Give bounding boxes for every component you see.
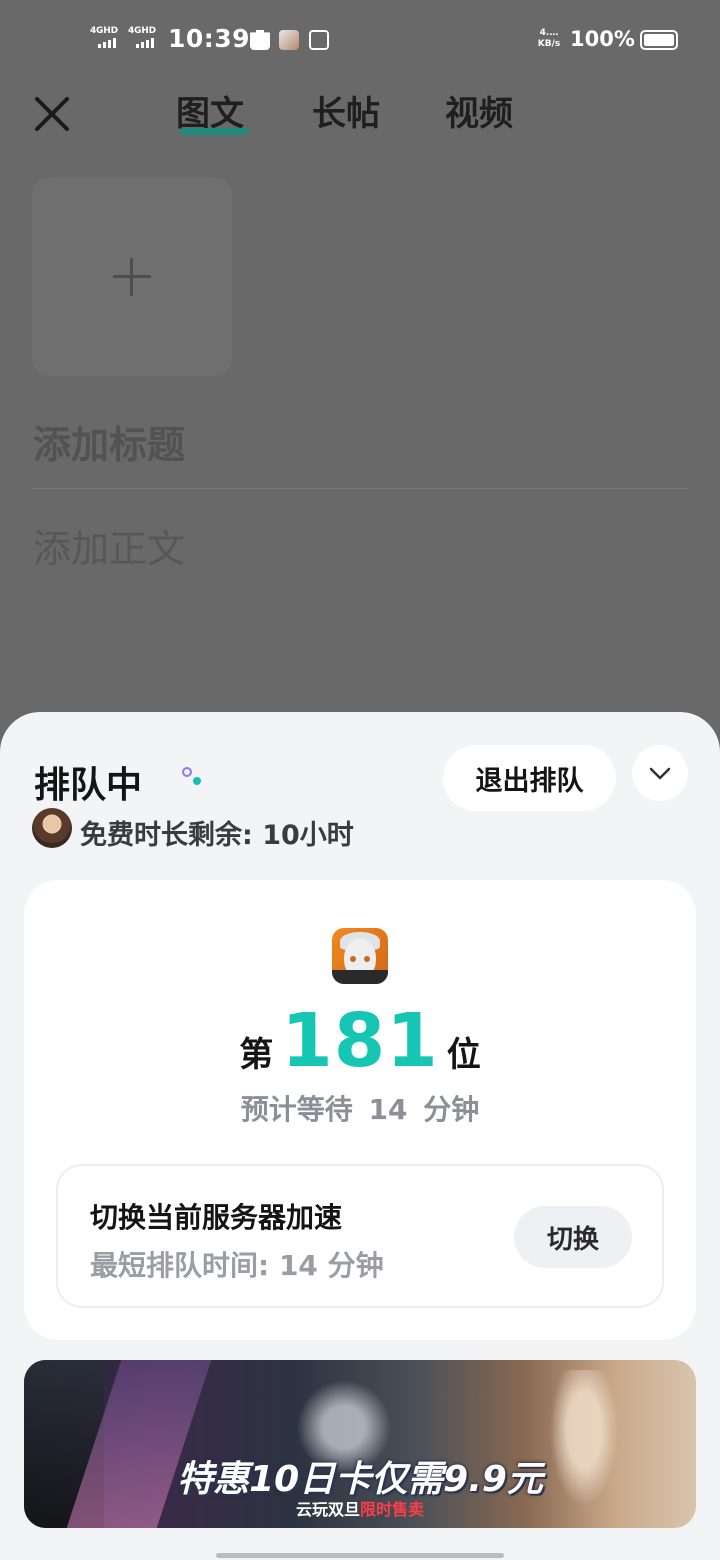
switch-server-button[interactable]: 切换 bbox=[514, 1206, 632, 1268]
exit-queue-button[interactable]: 退出排队 bbox=[443, 745, 616, 811]
rank-number: 181 bbox=[281, 998, 439, 1084]
app-notification-icon bbox=[279, 30, 299, 50]
banner-sub-red: 限时售卖 bbox=[360, 1500, 425, 1519]
chevron-down-icon bbox=[649, 767, 671, 780]
status-bar: 4GHD 4GHD 10:39 4.… KB/s 100% bbox=[0, 0, 720, 80]
queue-title: 排队中 bbox=[34, 765, 143, 806]
battery-icon bbox=[640, 30, 678, 50]
network-speed: 4.… KB/s bbox=[534, 28, 564, 50]
free-time-remaining: 免费时长剩余: 10小时 bbox=[80, 820, 354, 851]
close-icon[interactable] bbox=[30, 92, 74, 136]
status-time: 10:39 bbox=[168, 24, 251, 53]
signal-label-2: 4GHD bbox=[128, 26, 156, 36]
banner-subtitle: 云玩双旦限时售卖 bbox=[24, 1496, 696, 1520]
clipboard-check-icon bbox=[250, 30, 270, 50]
estimated-wait: 预计等待 14 分钟 bbox=[240, 1093, 480, 1126]
app-notification-icon bbox=[309, 30, 329, 50]
active-tab-indicator bbox=[180, 128, 248, 135]
queue-sheet: 排队中 退出排队 免费时长剩余: 10小时 第 181 位 预计等待 14 分钟 切… bbox=[0, 712, 720, 1560]
loading-icon bbox=[182, 767, 192, 777]
network-speed-value: 4.… bbox=[539, 28, 559, 38]
collapse-button[interactable] bbox=[632, 745, 688, 801]
signal-icon: 4GHD bbox=[128, 26, 162, 50]
home-indicator[interactable] bbox=[216, 1553, 504, 1558]
rank-suffix: 位 bbox=[446, 1035, 481, 1075]
tab-video[interactable]: 视频 bbox=[445, 92, 513, 136]
server-switch-panel: 切换当前服务器加速 最短排队时间: 14 分钟 切换 bbox=[56, 1164, 664, 1308]
avatar bbox=[32, 808, 72, 848]
body-input[interactable]: 添加正文 bbox=[33, 518, 185, 573]
tab-long-post[interactable]: 长帖 bbox=[312, 92, 380, 136]
promo-banner[interactable]: 特惠10日卡仅需9.9元 云玩双旦限时售卖 bbox=[24, 1360, 696, 1528]
server-switch-title: 切换当前服务器加速 bbox=[90, 1201, 343, 1234]
signal-icon: 4GHD bbox=[90, 26, 124, 50]
queue-card: 第 181 位 预计等待 14 分钟 切换当前服务器加速 最短排队时间: 14 分钟… bbox=[24, 880, 696, 1340]
add-media-button[interactable] bbox=[32, 177, 232, 376]
queue-position: 第 181 位 bbox=[24, 998, 696, 1084]
battery-percent: 100% bbox=[570, 27, 635, 51]
game-app-icon bbox=[332, 928, 388, 984]
network-speed-unit: KB/s bbox=[537, 39, 561, 49]
divider bbox=[32, 488, 688, 489]
banner-headline: 特惠10日卡仅需9.9元 bbox=[177, 1459, 543, 1500]
server-min-wait: 最短排队时间: 14 分钟 bbox=[90, 1249, 384, 1282]
signal-label-1: 4GHD bbox=[90, 26, 118, 36]
title-input[interactable]: 添加标题 bbox=[33, 414, 185, 469]
rank-prefix: 第 bbox=[239, 1035, 274, 1075]
banner-sub-white: 云玩双旦 bbox=[295, 1500, 360, 1519]
